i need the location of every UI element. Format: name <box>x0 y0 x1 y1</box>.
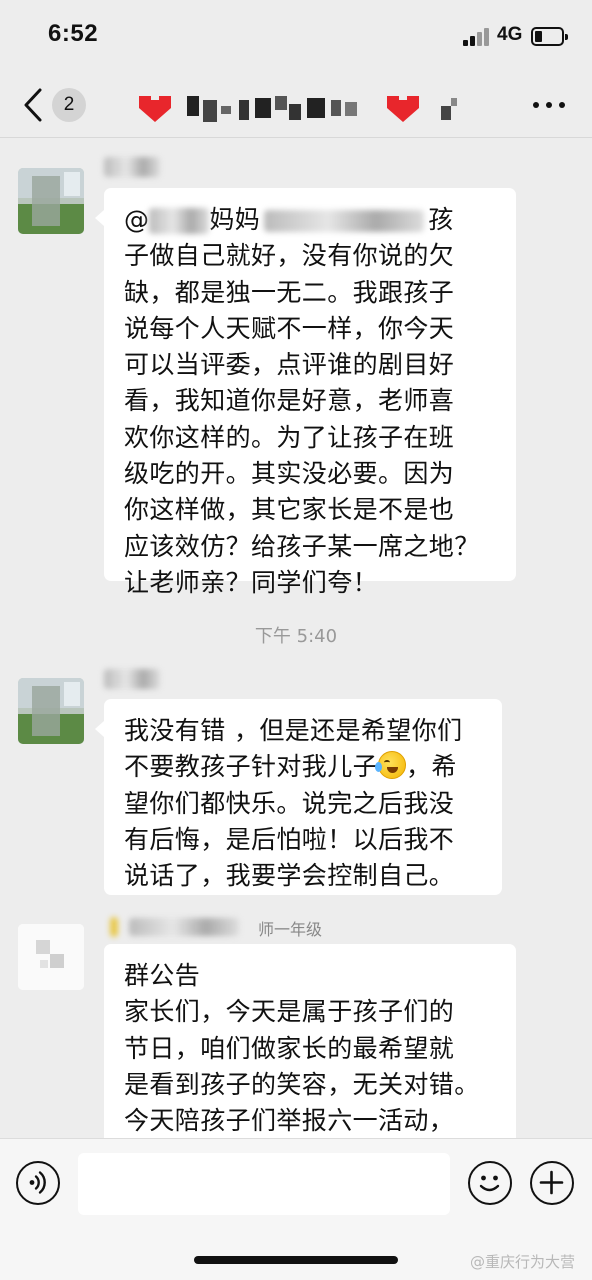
battery-icon <box>531 27 568 46</box>
avatar[interactable] <box>18 168 84 234</box>
message-bubble: @ 妈妈孩 子做自己就好，没有你说的欠 缺，都是独一无二。我跟孩子 说每个人天赋不… <box>95 188 516 597</box>
sender-name: 师一年级 <box>110 916 350 944</box>
chat-header: 2 <box>0 72 592 138</box>
avatar[interactable] <box>18 678 84 744</box>
message-line: 今天陪孩子们举报六一活动， <box>124 1106 455 1136</box>
message-line: 缺，都是独一无二。我跟孩子 <box>124 277 455 307</box>
message-line: 望你们都快乐。说完之后我没 <box>124 788 455 818</box>
back-icon[interactable] <box>20 86 50 124</box>
announcement-bubble: 群公告 家长们，今天是属于孩子们的 节日，咱们做家长的最希望就 是看到孩子的笑容… <box>104 944 516 1144</box>
message-line: 有后悔，是后怕啦！以后我不 <box>124 824 455 854</box>
emoji-icon[interactable] <box>468 1161 512 1205</box>
message-line: 你这样做，其它家长是不是也 <box>124 495 455 525</box>
laugh-cry-emoji-icon <box>375 751 407 780</box>
voice-input-icon[interactable] <box>16 1161 60 1205</box>
signal-icon <box>463 28 493 46</box>
network-label: 4G <box>497 24 523 45</box>
message-line: @ 妈妈孩 <box>124 205 454 234</box>
message-input[interactable] <box>78 1153 450 1215</box>
status-time: 6:52 <box>48 20 99 47</box>
message-line: 说话了，我要学会控制自己。 <box>124 861 455 891</box>
avatar[interactable] <box>18 924 84 990</box>
message-line: 可以当评委，点评谁的剧目好 <box>124 350 455 380</box>
message-line: 欢你这样的。为了让孩子在班 <box>124 422 455 452</box>
message-timestamp: 下午 5:40 <box>254 626 338 647</box>
message-line: 让老师亲？同学们夸！ <box>124 567 379 597</box>
sender-name <box>104 156 166 184</box>
message-line: 应该效仿？给孩子某一席之地？ <box>124 531 480 561</box>
status-bar: 6:52 4G <box>0 0 592 72</box>
unread-badge[interactable]: 2 <box>52 88 86 122</box>
message-line: 家长们，今天是属于孩子们的 <box>124 997 455 1027</box>
message-line: 说每个人天赋不一样，你今天 <box>124 313 455 343</box>
sender-title: 师一年级 <box>258 920 323 939</box>
message-line: 节日，咱们做家长的最希望就 <box>124 1033 455 1063</box>
message-line: 看，我知道你是好意，老师喜 <box>124 386 455 416</box>
more-icon[interactable] <box>530 94 568 114</box>
message-line: 子做自己就好，没有你说的欠 <box>124 241 455 271</box>
watermark: @重庆行为大营 <box>470 1253 576 1271</box>
sender-name <box>104 668 166 696</box>
message-line: 是看到孩子的笑容，无关对错。 <box>124 1069 480 1099</box>
plus-icon[interactable] <box>530 1161 574 1205</box>
announcement-heading: 群公告 <box>124 961 201 990</box>
message-line: 我没有错 ，但是还是希望你们 <box>124 716 463 745</box>
message-bubble: 我没有错 ，但是还是希望你们 不要教孩子针对我儿子 ，希 望你们都快乐。说完之后我… <box>95 699 502 895</box>
chat-title-blurred <box>135 90 465 126</box>
message-line: 不要教孩子针对我儿子 ，希 <box>124 751 457 782</box>
home-indicator <box>194 1256 398 1264</box>
message-line: 级吃的开。其实没必要。因为 <box>124 459 455 489</box>
